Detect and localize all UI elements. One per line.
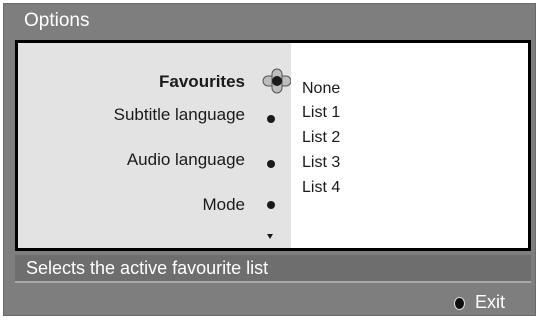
option-list-1[interactable]: List 1 [302, 104, 340, 122]
menu-item-favourites[interactable]: Favourites [159, 72, 245, 92]
scroll-down-icon [267, 234, 273, 239]
menu-item-subtitle-language[interactable]: Subtitle language [114, 105, 245, 125]
option-list-3[interactable]: List 3 [302, 154, 340, 172]
status-bar: Selects the active favourite list [15, 255, 531, 283]
submenu-list: None List 1 List 2 List 3 List 4 [291, 43, 528, 248]
menu-bullet-icon [267, 115, 275, 123]
menu-bullet-icon [267, 201, 275, 209]
menu-bullet-icon [267, 160, 275, 168]
status-text: Selects the active favourite list [26, 258, 269, 278]
window-title: Options [24, 10, 90, 31]
options-window: Options Favourites Subtitle language Aud… [3, 3, 536, 316]
menu-list: Favourites Subtitle language Audio langu… [18, 43, 292, 248]
option-none[interactable]: None [302, 80, 340, 98]
navigation-cursor-icon [262, 68, 292, 94]
option-list-4[interactable]: List 4 [302, 179, 340, 197]
exit-label: Exit [475, 292, 506, 312]
exit-control[interactable]: Exit [439, 291, 534, 315]
menu-item-mode[interactable]: Mode [202, 195, 245, 215]
menu-panel: Favourites Subtitle language Audio langu… [15, 40, 531, 251]
ok-button-icon [454, 297, 465, 310]
menu-item-audio-language[interactable]: Audio language [127, 150, 245, 170]
option-list-2[interactable]: List 2 [302, 129, 340, 147]
